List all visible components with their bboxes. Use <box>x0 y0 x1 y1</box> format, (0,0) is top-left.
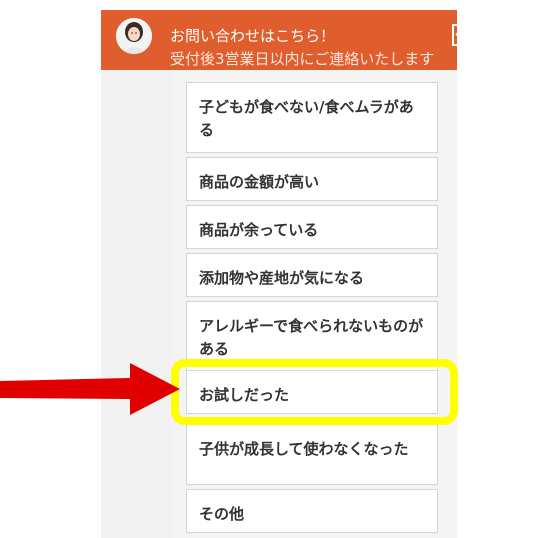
option-item[interactable]: その他 <box>186 489 438 533</box>
minimize-icon <box>493 34 507 37</box>
home-button[interactable] <box>452 24 474 46</box>
option-item[interactable]: 子供が成長して使わなくなった <box>186 424 438 485</box>
option-item[interactable]: 添加物や産地が気になる <box>186 253 438 297</box>
contact-header-bar[interactable]: お問い合わせはこちら！ 受付後3営業日以内にご連絡いたします <box>101 10 457 70</box>
header-title: お問い合わせはこちら！ <box>170 27 336 45</box>
header-subtitle: 受付後3営業日以内にご連絡いたします <box>170 50 435 68</box>
option-item[interactable]: 商品が余っている <box>186 205 438 249</box>
screenshot-frame: お問い合わせはこちら！ 受付後3営業日以内にご連絡いたします ✻ 子どもが食べな… <box>0 0 537 538</box>
highlight-box <box>171 359 458 425</box>
option-item[interactable]: 子どもが食べない/食べムラがある <box>186 82 438 153</box>
avatar <box>116 18 152 54</box>
minimize-button[interactable] <box>488 24 512 46</box>
option-item[interactable]: 商品の金額が高い <box>186 157 438 201</box>
person-avatar-icon <box>116 18 152 54</box>
home-icon <box>455 27 471 41</box>
red-arrow-annotation <box>0 363 180 415</box>
header-icons: ✻ <box>452 24 512 48</box>
